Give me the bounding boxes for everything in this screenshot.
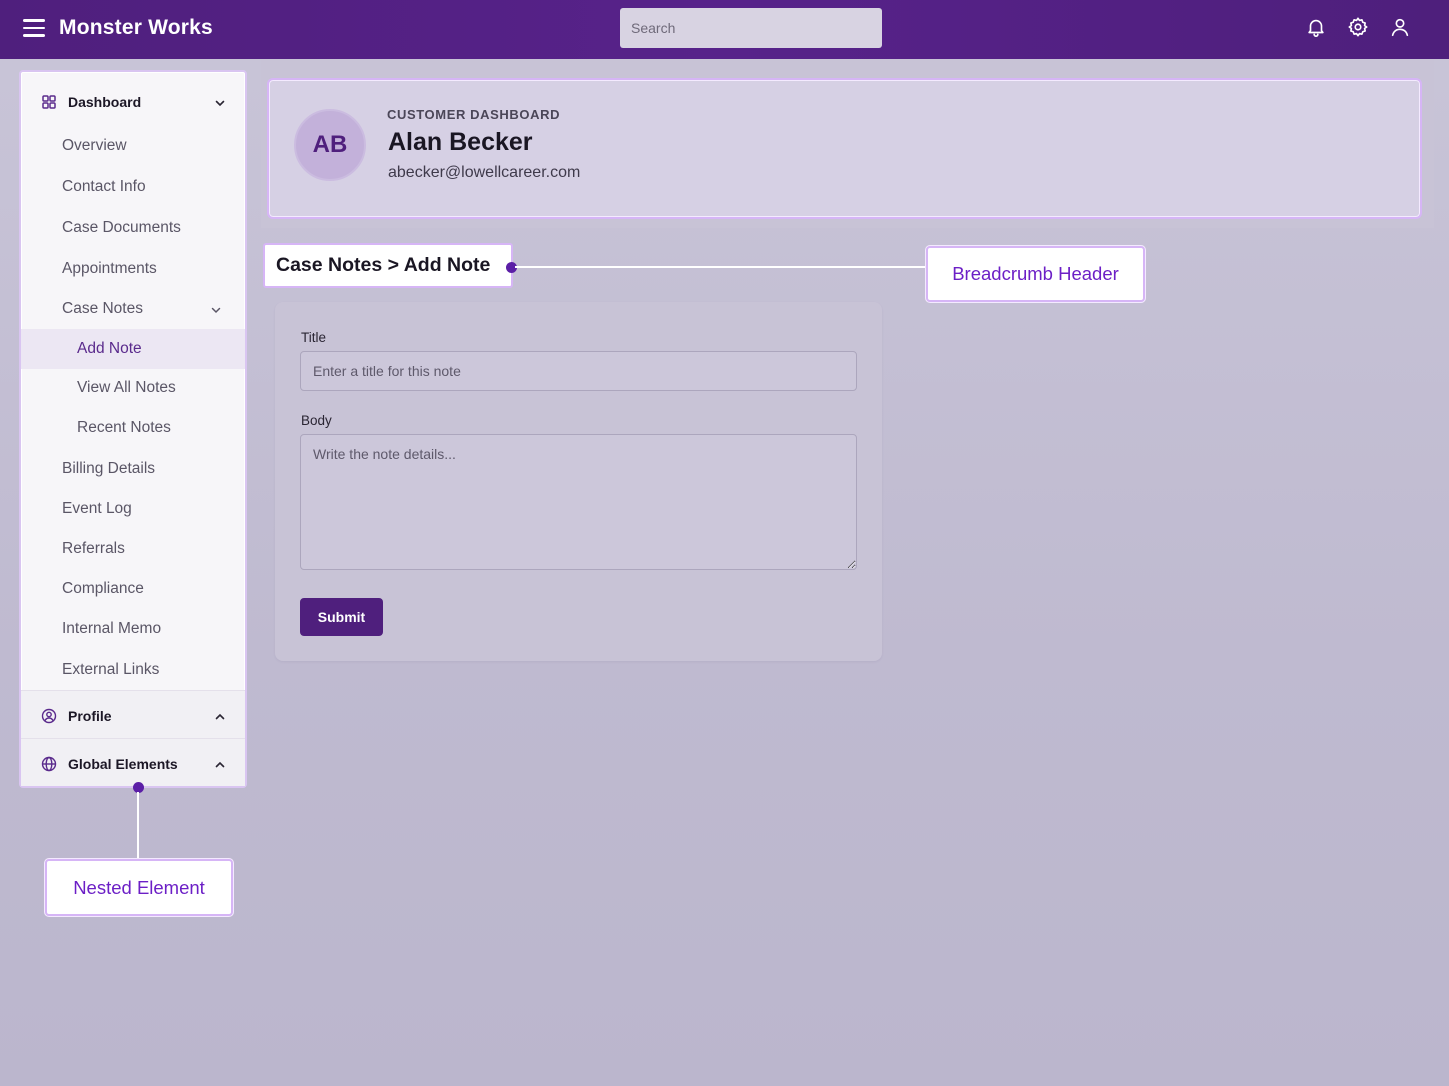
submit-button[interactable]: Submit: [300, 598, 383, 636]
breadcrumb: Case Notes > Add Note: [263, 243, 513, 288]
top-app-bar: Monster Works: [0, 0, 1449, 59]
app-title: Monster Works: [59, 16, 213, 39]
sidebar-section-profile[interactable]: Profile: [21, 692, 245, 740]
note-body-textarea[interactable]: [300, 434, 857, 570]
callout-connector: [515, 266, 927, 268]
sidebar-item-case-documents[interactable]: Case Documents: [21, 208, 245, 248]
sidebar-item-label: Contact Info: [62, 178, 146, 195]
sidebar-divider: [21, 690, 245, 691]
chevron-down-icon: [214, 96, 226, 108]
sidebar-item-label: Internal Memo: [62, 620, 162, 637]
sidebar-item-compliance[interactable]: Compliance: [21, 569, 245, 609]
sidebar-subitem-recent-notes[interactable]: Recent Notes: [21, 408, 245, 448]
sidebar-item-event-log[interactable]: Event Log: [21, 489, 245, 529]
user-icon[interactable]: [1389, 16, 1411, 38]
sidebar-item-referrals[interactable]: Referrals: [21, 529, 245, 569]
profile-circle-icon: [41, 708, 57, 724]
sidebar-item-contact-info[interactable]: Contact Info: [21, 167, 245, 207]
customer-dashboard-label: CUSTOMER DASHBOARD: [387, 107, 561, 122]
avatar: AB: [294, 109, 366, 181]
customer-email: abecker@lowellcareer.com: [388, 164, 581, 181]
sidebar-item-label: Case Documents: [62, 219, 181, 236]
sidebar-item-label: View All Notes: [77, 379, 176, 396]
sidebar-item-internal-memo[interactable]: Internal Memo: [21, 609, 245, 649]
chevron-up-icon: [214, 758, 226, 770]
sidebar-section-global-elements[interactable]: Global Elements: [21, 740, 245, 788]
dashboard-grid-icon: [41, 94, 57, 110]
sidebar-item-label: Case Notes: [62, 300, 143, 317]
sidebar-item-label: Referrals: [62, 540, 125, 557]
callout-connector: [137, 792, 139, 859]
search-input[interactable]: [620, 8, 882, 48]
sidebar-item-label: Event Log: [62, 500, 132, 517]
sidebar-section-label: Dashboard: [68, 94, 142, 110]
chevron-up-icon: [214, 710, 226, 722]
note-title-input[interactable]: [300, 351, 857, 391]
customer-name: Alan Becker: [388, 128, 533, 156]
sidebar-item-label: Appointments: [62, 260, 157, 277]
sidebar-section-label: Profile: [68, 708, 112, 724]
sidebar: Dashboard Overview Contact Info Case Doc…: [19, 70, 247, 788]
sidebar-item-label: External Links: [62, 661, 160, 678]
sidebar-item-overview[interactable]: Overview: [21, 126, 245, 166]
sidebar-subitem-view-all-notes[interactable]: View All Notes: [21, 368, 245, 408]
sidebar-item-label: Overview: [62, 137, 127, 154]
globe-icon: [41, 756, 57, 772]
hamburger-menu-icon[interactable]: [23, 19, 45, 37]
sidebar-item-label: Billing Details: [62, 460, 156, 477]
sidebar-item-billing-details[interactable]: Billing Details: [21, 449, 245, 489]
sidebar-item-label: Compliance: [62, 580, 144, 597]
bell-icon[interactable]: [1305, 16, 1327, 38]
sidebar-subitem-add-note[interactable]: Add Note: [21, 329, 245, 369]
sidebar-item-appointments[interactable]: Appointments: [21, 249, 245, 289]
sidebar-section-label: Global Elements: [68, 756, 178, 772]
sidebar-item-label: Recent Notes: [77, 419, 171, 436]
gear-icon[interactable]: [1347, 16, 1369, 38]
sidebar-item-label: Add Note: [77, 340, 142, 357]
chevron-down-icon: [210, 303, 222, 315]
callout-breadcrumb-header: Breadcrumb Header: [926, 246, 1145, 302]
sidebar-item-external-links[interactable]: External Links: [21, 650, 245, 690]
sidebar-divider: [21, 738, 245, 739]
body-field-label: Body: [301, 413, 332, 428]
callout-nested-element: Nested Element: [45, 859, 233, 916]
sidebar-item-case-notes[interactable]: Case Notes: [21, 289, 245, 329]
sidebar-section-dashboard[interactable]: Dashboard: [21, 78, 245, 126]
title-field-label: Title: [301, 330, 327, 345]
